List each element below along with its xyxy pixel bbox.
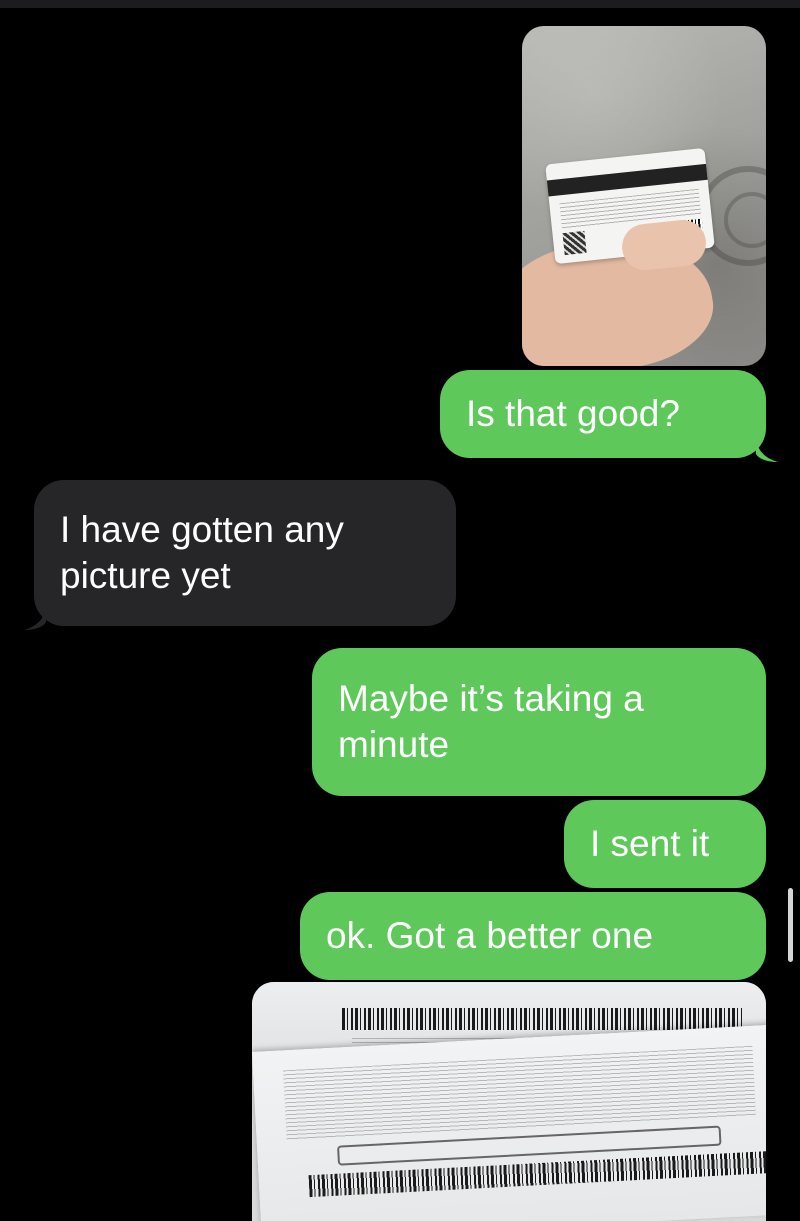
message-bubble-sent[interactable]: Is that good? [440, 370, 766, 458]
message-text: ok. Got a better one [326, 915, 654, 957]
messages-screen: Is that good? I have gotten any picture … [0, 0, 800, 1221]
message-bubble-received[interactable]: I have gotten any picture yet [34, 480, 456, 626]
lower-card-shape [252, 1023, 766, 1221]
message-bubble-sent[interactable]: ok. Got a better one [300, 892, 766, 980]
card-barcode [342, 1008, 742, 1030]
bubble-tail-icon [756, 440, 778, 462]
bubble-tail-icon [24, 608, 46, 630]
card-fine-print [283, 1045, 757, 1141]
message-text: Is that good? [466, 393, 680, 435]
image-message-gift-card-pin[interactable] [252, 982, 766, 1221]
message-text: I have gotten any picture yet [60, 509, 344, 596]
message-bubble-sent[interactable]: Maybe it’s taking a minute [312, 648, 766, 796]
card-qr-code [562, 230, 587, 256]
image-message-gift-card-back[interactable] [522, 26, 766, 366]
top-edge-bar [0, 0, 800, 8]
message-bubble-sent[interactable]: I sent it [564, 800, 766, 888]
message-text: I sent it [590, 823, 710, 865]
message-text: Maybe it’s taking a minute [338, 678, 644, 765]
scroll-indicator[interactable] [788, 888, 793, 962]
